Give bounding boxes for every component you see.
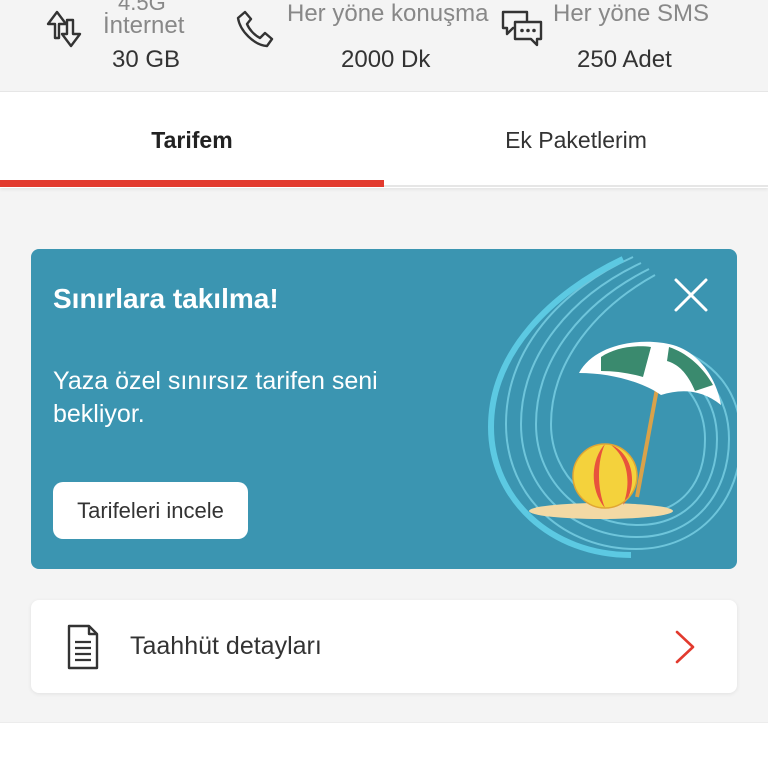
- usage-calls[interactable]: Her yöne konuşma 2000 Dk: [230, 0, 492, 92]
- tab-bar: Tarifem Ek Paketlerim: [0, 92, 768, 188]
- sms-title: Her yöne SMS: [553, 0, 710, 27]
- internet-value: 30 GB: [112, 46, 181, 73]
- bottom-section: [0, 722, 768, 768]
- promo-text: Yaza özel sınırsız tarifen seni bekliyor…: [53, 367, 378, 428]
- promo-banner[interactable]: Sınırlara takılma! Yaza özel sınırsız ta…: [31, 249, 737, 569]
- tab-ek-paketlerim[interactable]: Ek Paketlerim: [384, 92, 768, 188]
- commitment-details-label: Taahhüt detayları: [130, 632, 322, 660]
- tab-tarifem[interactable]: Tarifem: [0, 92, 384, 188]
- commitment-details-row[interactable]: Taahhüt detayları: [31, 600, 737, 693]
- usage-sms[interactable]: Her yöne SMS 250 Adet: [492, 0, 768, 92]
- chevron-right-icon: [675, 630, 695, 664]
- usage-summary: 4.5G İnternet 30 GB Her yöne konuşma 200…: [0, 0, 768, 92]
- tab-divider: [384, 185, 768, 187]
- document-icon: [67, 624, 99, 670]
- internet-title: İnternet: [103, 12, 185, 39]
- active-tab-indicator: [0, 180, 384, 187]
- close-icon[interactable]: [671, 275, 711, 315]
- phone-icon: [236, 10, 274, 48]
- view-tariffs-button[interactable]: Tarifeleri incele: [53, 482, 248, 539]
- usage-internet[interactable]: 4.5G İnternet 30 GB: [0, 0, 230, 92]
- sms-value: 250 Adet: [577, 46, 672, 73]
- chat-bubbles-icon: [501, 10, 543, 47]
- promo-title: Sınırlara takılma!: [53, 283, 279, 314]
- calls-title: Her yöne konuşma: [287, 0, 489, 27]
- calls-value: 2000 Dk: [341, 46, 431, 73]
- data-arrows-icon: [46, 10, 82, 48]
